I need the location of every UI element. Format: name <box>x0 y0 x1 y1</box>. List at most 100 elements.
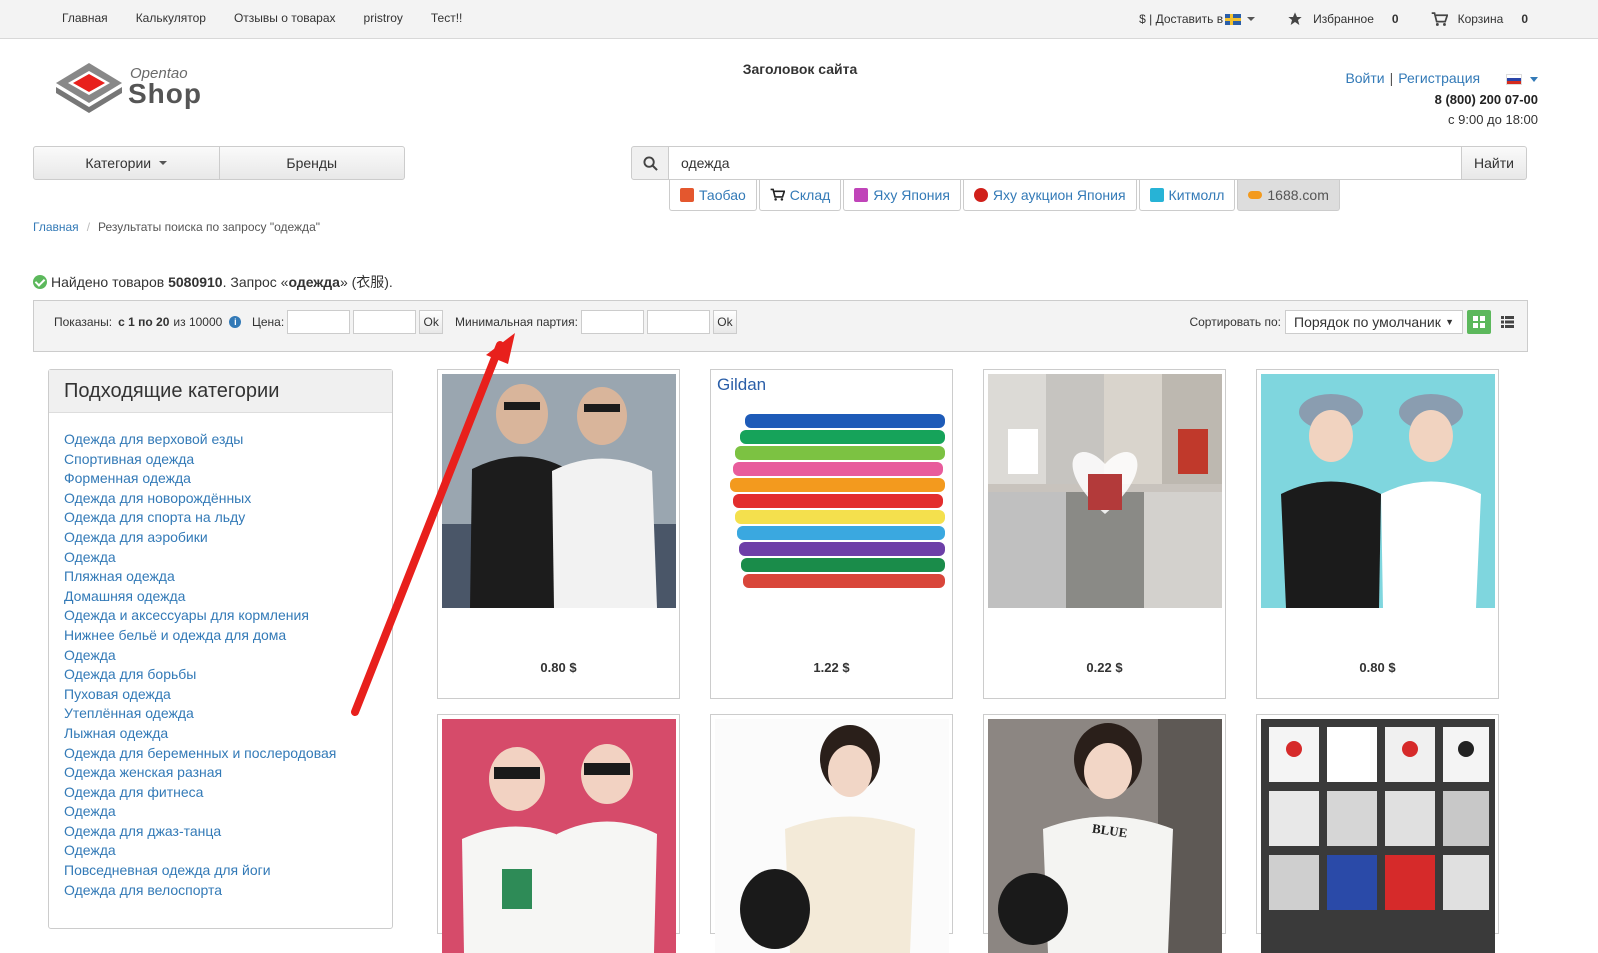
pagination-info: Показаны: с 1 по 20 из 10000 i <box>54 310 242 334</box>
category-link[interactable]: Одежда для беременных и послеродовая <box>64 744 377 764</box>
breadcrumb-home[interactable]: Главная <box>33 220 79 234</box>
category-link[interactable]: Лыжная одежда <box>64 724 377 744</box>
category-link[interactable]: Одежда <box>64 802 377 822</box>
category-link[interactable]: Одежда для новорождённых <box>64 489 377 509</box>
product-card[interactable]: 0.80 $ <box>437 369 680 699</box>
category-link[interactable]: Повседневная одежда для йоги <box>64 861 377 881</box>
yahoo-auction-icon <box>973 188 988 202</box>
top-nav-test[interactable]: Тест!! <box>431 11 463 25</box>
delivery-label: $ | Доставить в <box>1139 12 1224 26</box>
product-image[interactable]: Gildan <box>715 374 949 608</box>
category-link[interactable]: Одежда <box>64 646 377 666</box>
cart-link[interactable]: Корзина 0 <box>1431 11 1528 27</box>
category-link[interactable]: Одежда <box>64 548 377 568</box>
product-image[interactable] <box>442 374 676 608</box>
search-button[interactable]: Найти <box>1462 146 1527 180</box>
price-ok-button[interactable]: Ok <box>419 310 444 334</box>
matching-categories-panel: Подходящие категории Одежда для верховой… <box>48 369 393 929</box>
min-lot-ok-button[interactable]: Ok <box>712 310 737 334</box>
top-nav-calculator[interactable]: Калькулятор <box>136 11 206 25</box>
query-prefix: . Запрос « <box>222 274 289 290</box>
breadcrumb: Главная / Результаты поиска по запросу "од… <box>33 220 320 234</box>
category-link[interactable]: Пуховая одежда <box>64 685 377 705</box>
min-lot-to-input[interactable] <box>646 310 710 334</box>
top-right-tools: $ | Доставить в Избранное 0 Корзина 0 <box>1107 11 1528 27</box>
category-link[interactable]: Утеплённая одежда <box>64 704 377 724</box>
breadcrumb-current: Результаты поиска по запросу "одежда" <box>98 220 320 234</box>
sort-select[interactable]: Порядок по умолчаник ▼ <box>1285 310 1463 334</box>
product-card[interactable]: Gildan 1.22 $ <box>710 369 953 699</box>
phone-number: 8 (800) 200 07-00 <box>1434 92 1538 107</box>
category-link[interactable]: Форменная одежда <box>64 469 377 489</box>
provider-tab-1688[interactable]: 1688.com <box>1237 180 1340 211</box>
brands-label: Бренды <box>286 155 338 171</box>
star-icon <box>1288 12 1302 25</box>
category-link[interactable]: Одежда для верховой езды <box>64 430 377 450</box>
russia-flag-icon[interactable] <box>1506 73 1522 85</box>
min-lot-from-input[interactable] <box>580 310 644 334</box>
language-chevron-icon[interactable] <box>1530 76 1538 82</box>
provider-tab-warehouse[interactable]: Склад <box>758 180 842 211</box>
provider-tab-kitmall[interactable]: Китмолл <box>1138 180 1236 211</box>
search-input[interactable] <box>669 146 1462 180</box>
provider-tab-taobao[interactable]: Таобао <box>669 180 757 211</box>
brands-button[interactable]: Бренды <box>218 147 405 179</box>
working-hours: с 9:00 до 18:00 <box>1448 112 1538 127</box>
top-nav: Главная Калькулятор Отзывы о товарах pri… <box>48 11 476 25</box>
category-link[interactable]: Нижнее бельё и одежда для дома <box>64 626 377 646</box>
favorites-link[interactable]: Избранное 0 <box>1287 11 1399 27</box>
product-card[interactable]: BLUE <box>983 714 1226 953</box>
delivery-selector[interactable]: $ | Доставить в <box>1139 12 1256 26</box>
product-image[interactable] <box>1261 719 1495 953</box>
provider-label: Яху Япония <box>873 187 950 203</box>
product-image[interactable] <box>715 719 949 953</box>
product-image[interactable] <box>988 374 1222 608</box>
category-link[interactable]: Одежда для борьбы <box>64 665 377 685</box>
site-logo[interactable]: Opentao Shop <box>54 61 204 113</box>
info-icon[interactable]: i <box>229 316 242 328</box>
category-link[interactable]: Одежда и аксессуары для кормления <box>64 606 377 626</box>
top-nav-reviews[interactable]: Отзывы о товарах <box>234 11 336 25</box>
product-price: 0.22 $ <box>1086 660 1123 675</box>
price-max-input[interactable] <box>353 310 417 334</box>
category-link[interactable]: Одежда для спорта на льду <box>64 508 377 528</box>
product-image[interactable]: BLUE <box>988 719 1222 953</box>
product-card[interactable]: 0.22 $ <box>983 369 1226 699</box>
query-suffix: » (衣服). <box>339 274 393 290</box>
shown-total: из 10000 <box>173 315 223 329</box>
product-card[interactable]: 0.80 $ <box>1256 369 1499 699</box>
category-link[interactable]: Пляжная одежда <box>64 567 377 587</box>
category-link[interactable]: Одежда для фитнеса <box>64 783 377 803</box>
category-link[interactable]: Одежда <box>64 841 377 861</box>
category-link[interactable]: Домашняя одежда <box>64 587 377 607</box>
category-link[interactable]: Одежда женская разная <box>64 763 377 783</box>
top-nav-home[interactable]: Главная <box>62 11 108 25</box>
provider-label: 1688.com <box>1267 187 1329 203</box>
price-label: Цена: <box>252 315 285 329</box>
product-card[interactable] <box>1256 714 1499 953</box>
grid-view-button[interactable] <box>1467 310 1491 334</box>
product-image[interactable] <box>442 719 676 953</box>
provider-tab-yahoo-japan[interactable]: Яху Япония <box>843 180 961 211</box>
login-link[interactable]: Войти <box>1345 70 1384 86</box>
provider-label: Склад <box>789 187 831 203</box>
cart-icon <box>1431 11 1448 26</box>
search-result-summary: Найдено товаров 5080910. Запрос «одежда»… <box>33 272 393 292</box>
auth-block: Войти | Регистрация 8 (800) 200 07-00 с 9:… <box>1345 70 1538 127</box>
product-card[interactable] <box>437 714 680 953</box>
categories-dropdown-button[interactable]: Категории <box>34 147 219 179</box>
category-link[interactable]: Спортивная одежда <box>64 450 377 470</box>
min-lot-filter: Минимальная партия: Ok <box>455 310 737 334</box>
1688-icon <box>1248 191 1263 199</box>
product-card[interactable] <box>710 714 953 953</box>
provider-tab-yahoo-auction[interactable]: Яху аукцион Япония <box>962 180 1137 211</box>
category-link[interactable]: Одежда для аэробики <box>64 528 377 548</box>
category-link[interactable]: Одежда для велоспорта <box>64 881 377 901</box>
category-link[interactable]: Одежда для джаз-танца <box>64 822 377 842</box>
product-image[interactable] <box>1261 374 1495 608</box>
kitmall-icon <box>1149 188 1164 202</box>
price-min-input[interactable] <box>287 310 351 334</box>
top-nav-pristroy[interactable]: pristroy <box>364 11 403 25</box>
register-link[interactable]: Регистрация <box>1398 70 1480 86</box>
list-view-button[interactable] <box>1495 310 1519 334</box>
